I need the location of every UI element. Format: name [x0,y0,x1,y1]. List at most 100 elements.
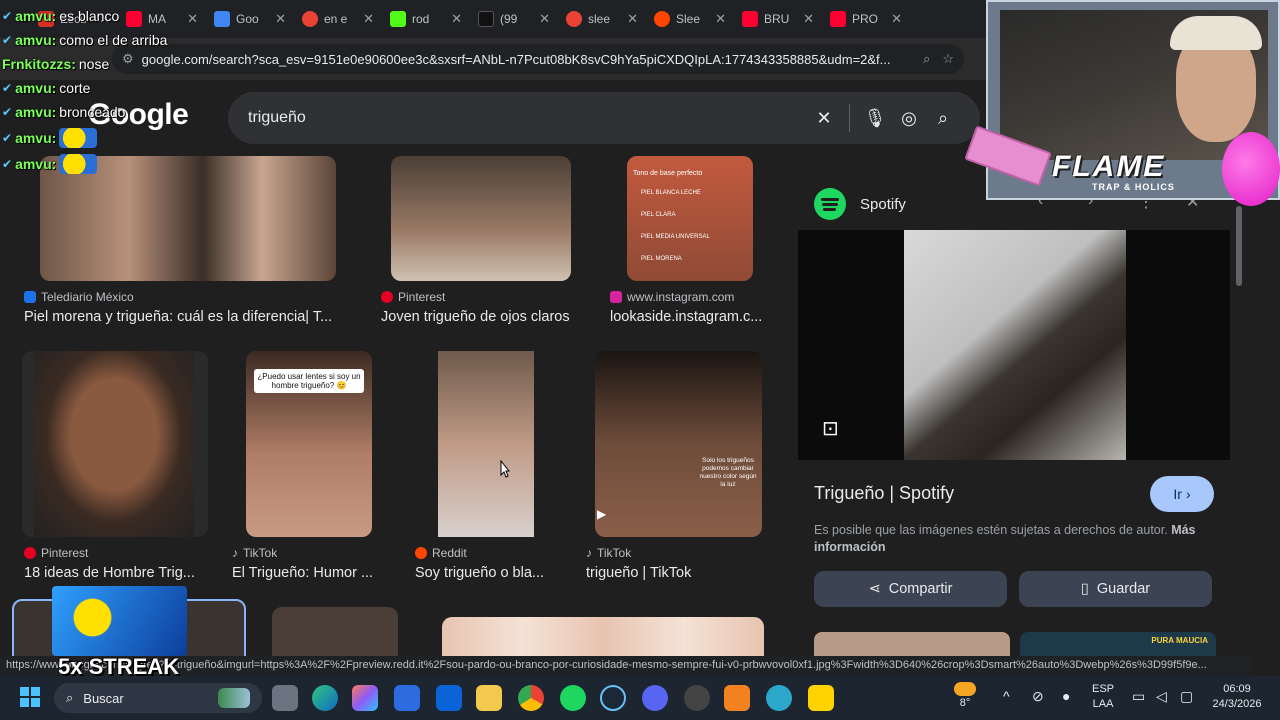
zoom-icon[interactable]: ⌕ [923,51,930,67]
browser-tab[interactable]: PRO ✕ [822,4,910,34]
result-title[interactable]: 18 ideas de Hombre Trig... [24,565,208,581]
result-image[interactable] [412,351,562,537]
pinterest-icon [24,547,36,559]
play-icon[interactable]: ▶ [597,507,619,529]
ig-row: PIEL MEDIA UNIVERSAL [641,234,710,240]
browser-tab[interactable]: slee ✕ [558,4,646,34]
fl-studio-icon[interactable] [724,685,750,711]
clear-icon[interactable]: ✕ [807,108,841,129]
battery-icon[interactable]: ▢ [1180,688,1193,705]
result-image[interactable] [22,351,208,537]
close-tab-icon[interactable]: ✕ [715,11,726,27]
result-title[interactable]: lookaside.instagram.c... [610,309,780,325]
store-icon[interactable] [394,685,420,711]
favicon-icon [566,11,582,27]
webcam-feed [1000,10,1268,160]
sticky-notes-icon[interactable] [808,685,834,711]
close-tab-icon[interactable]: ✕ [187,11,198,27]
close-tab-icon[interactable]: ✕ [539,11,550,27]
favicon-icon [478,11,494,27]
result-title[interactable]: Joven trigueño de ojos claros [381,309,591,325]
taskbar-search[interactable]: ⌕ Buscar [54,683,262,713]
panel-header: Spotify [814,188,906,220]
edge-icon[interactable] [312,685,338,711]
microphone-icon[interactable]: ● [1062,688,1070,704]
close-tab-icon[interactable]: ✕ [275,11,286,27]
browser-tab[interactable]: (99 ✕ [470,4,558,34]
obs-icon[interactable] [684,685,710,711]
browser-tab[interactable]: MA ✕ [118,4,206,34]
result-image[interactable] [40,156,336,281]
result-source: www.instagram.com [610,290,734,304]
result-source: ♪ TikTok [232,546,278,560]
go-button[interactable]: Ir › [1150,476,1214,512]
close-tab-icon[interactable]: ✕ [451,11,462,27]
display-icon[interactable]: ▭ [1132,688,1145,705]
favicon-icon [654,11,670,27]
panel-title[interactable]: Trigueño | Spotify [814,483,954,504]
search-input[interactable]: trigueño [248,109,807,127]
result-image[interactable] [442,617,764,660]
browser-tab[interactable]: en e ✕ [294,4,382,34]
spotify-taskbar-icon[interactable] [560,685,586,711]
result-image[interactable] [391,156,571,281]
scrollbar-thumb[interactable] [1236,206,1242,286]
close-tab-icon[interactable]: ✕ [627,11,638,27]
result-image[interactable]: Solo los trigueños podemos cambiar nuest… [595,351,762,537]
panel-site-name[interactable]: Spotify [860,196,906,213]
address-url[interactable]: google.com/search?sca_esv=9151e0e90600ee… [142,52,911,67]
result-image[interactable]: Tono de base perfecto PIEL BLANCA LECHE … [627,156,753,281]
bookmark-star-icon[interactable]: ☆ [942,51,954,67]
pink-blob-sticker [1222,132,1280,206]
close-tab-icon[interactable]: ✕ [891,11,902,27]
app-icon[interactable] [766,685,792,711]
volume-icon[interactable]: ◁ [1156,688,1167,705]
network-off-icon[interactable]: ⊘ [1032,688,1044,705]
tiktok-caption: Solo los trigueños podemos cambiar nuest… [699,457,757,488]
chat-line: ✔ amvu: como el de arriba [2,32,168,48]
tiktok-icon: ♪ [232,546,238,560]
discord-icon[interactable] [642,685,668,711]
share-button[interactable]: ⋖ Compartir [814,571,1007,607]
emote-icon [59,154,98,174]
result-image[interactable] [272,607,398,660]
browser-tab[interactable]: rod ✕ [382,4,470,34]
site-info-icon[interactable]: ⚙ [122,51,134,67]
photo [438,351,534,537]
lens-icon[interactable]: ◎ [892,108,926,129]
browser-tab[interactable]: BRU ✕ [734,4,822,34]
close-tab-icon[interactable]: ✕ [363,11,374,27]
result-title[interactable]: Soy trigueño o bla... [415,565,555,581]
result-source: Telediario México [24,290,134,304]
close-tab-icon[interactable]: ✕ [803,11,814,27]
browser-tab[interactable]: Slee ✕ [646,4,734,34]
result-title[interactable]: El Trigueño: Humor ... [232,565,382,581]
windows-start-icon[interactable] [20,687,40,707]
clock[interactable]: 06:09 24/3/2026 [1206,682,1268,712]
search-icon[interactable]: ⌕ [926,108,960,129]
result-title[interactable]: Piel morena y trigueña: cuál es la difer… [24,309,354,325]
result-image[interactable]: ¿Puedo usar lentes si soy un hombre trig… [246,351,372,537]
lens-icon[interactable]: ⊡ [822,416,839,441]
weather-widget-icon [218,688,250,708]
chevron-up-icon[interactable]: ^ [1003,688,1010,704]
steam-icon[interactable] [600,685,626,711]
microphone-icon[interactable]: 🎙 [858,108,892,129]
preview-image[interactable] [798,230,1230,460]
weather-temp[interactable]: 8° [950,682,980,711]
outlook-icon[interactable] [436,685,462,711]
search-box[interactable]: trigueño ✕ 🎙 ◎ ⌕ [228,92,980,144]
telediario-icon [24,291,36,303]
copilot-icon[interactable] [352,685,378,711]
chrome-icon[interactable] [518,685,544,711]
address-bar[interactable]: ⚙ google.com/search?sca_esv=9151e0e90600… [112,44,964,74]
save-button[interactable]: ▯ Guardar [1019,571,1212,607]
file-explorer-icon[interactable] [476,685,502,711]
language-indicator[interactable]: ESP LAA [1092,682,1114,712]
search-icon: ⌕ [66,690,74,705]
browser-tab[interactable]: Goo ✕ [206,4,294,34]
favicon-icon [830,11,846,27]
scrollbar[interactable] [1234,200,1244,660]
result-title[interactable]: trigueño | TikTok [586,565,756,581]
task-view-icon[interactable] [272,685,298,711]
